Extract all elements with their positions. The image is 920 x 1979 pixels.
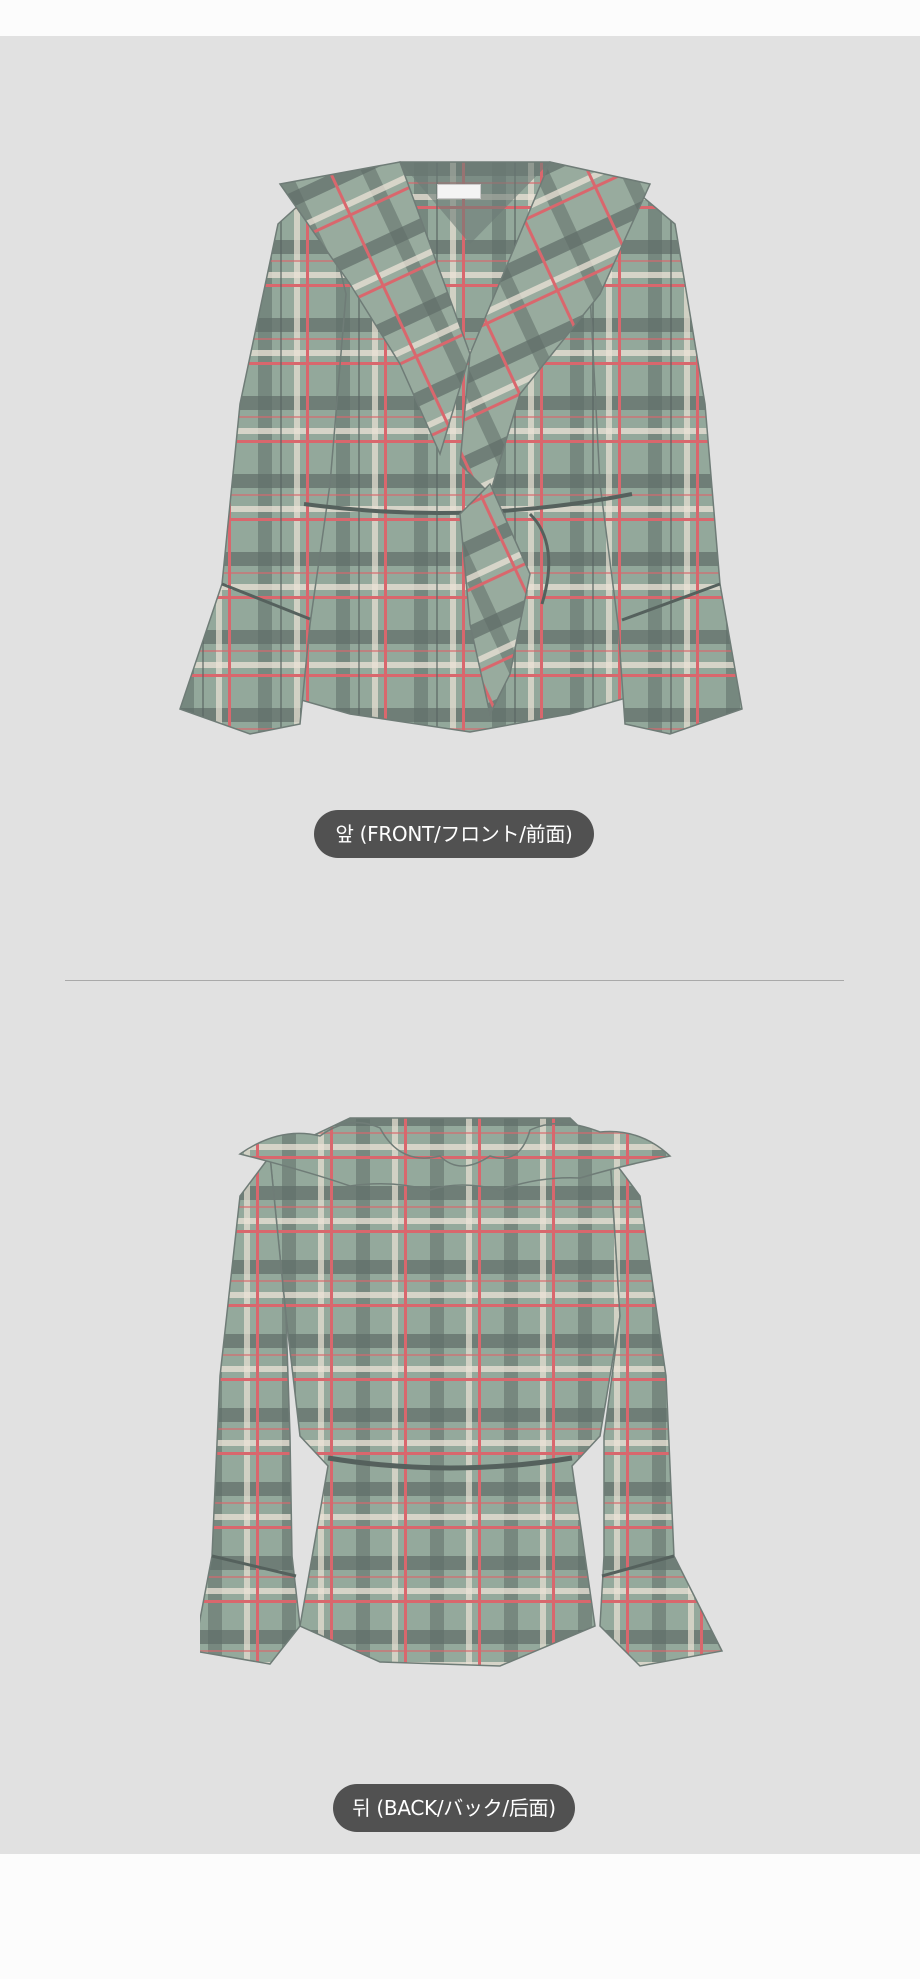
plaid-blouse-front-image <box>179 161 743 735</box>
section-divider <box>65 980 844 981</box>
back-caption-badge: 뒤 (BACK/バック/后面) <box>333 1784 575 1832</box>
brand-tag <box>437 184 481 199</box>
back-view-photo <box>200 1106 730 1686</box>
product-detail-panel: 앞 (FRONT/フロント/前面) 뒤 (BACK/バック/后面) <box>0 36 920 1854</box>
plaid-blouse-back-image <box>200 1117 724 1667</box>
front-caption-badge: 앞 (FRONT/フロント/前面) <box>314 810 594 858</box>
front-view-photo <box>170 154 750 754</box>
